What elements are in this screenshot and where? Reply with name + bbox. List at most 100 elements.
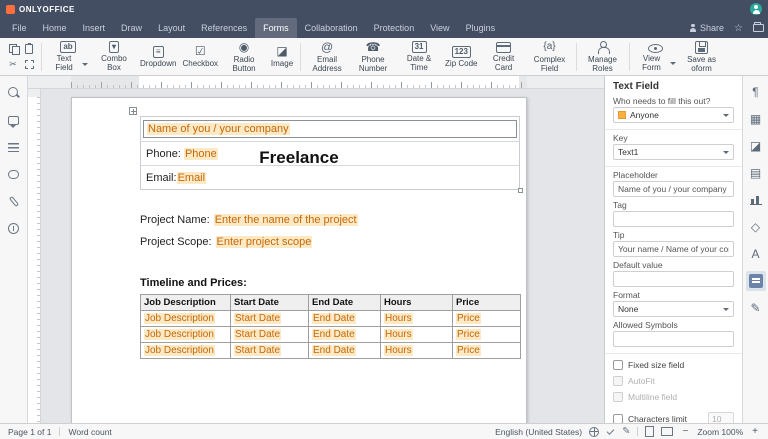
format-label: Format	[613, 290, 734, 300]
tab-collaboration[interactable]: Collaboration	[297, 18, 366, 38]
vertical-ruler[interactable]	[28, 89, 41, 423]
tab-draw[interactable]: Draw	[113, 18, 150, 38]
header-footer-settings-icon[interactable]: ▤	[746, 163, 766, 183]
spellcheck-icon[interactable]	[606, 428, 615, 435]
copy-button[interactable]	[6, 42, 20, 56]
zoom-in-button[interactable]: +	[750, 427, 760, 437]
save-oform-icon	[695, 41, 708, 54]
open-file-location-icon[interactable]	[753, 24, 764, 32]
price-form-field[interactable]: Price	[456, 345, 481, 356]
end-date-form-field[interactable]: End Date	[312, 329, 356, 340]
toolbar-view-form-button[interactable]: View Form	[633, 39, 679, 75]
job-description-form-field[interactable]: Job Description	[144, 329, 215, 340]
share-button[interactable]: Share	[688, 23, 724, 33]
fixed-size-field-checkbox[interactable]: Fixed size field	[613, 360, 734, 370]
toolbar-complex-field-button[interactable]: {a} Complex Field	[527, 38, 573, 76]
end-date-form-field[interactable]: End Date	[312, 313, 356, 324]
job-description-form-field[interactable]: Job Description	[144, 345, 215, 356]
tab-plugins[interactable]: Plugins	[458, 18, 504, 38]
multiline-field-checkbox[interactable]: Multiline field	[613, 392, 734, 402]
user-avatar[interactable]	[750, 3, 762, 15]
toolbar-combo-box-button[interactable]: ▾ Combo Box	[91, 38, 137, 75]
project-name-form-field[interactable]: Enter the name of the project	[214, 214, 358, 226]
language-globe-icon[interactable]	[589, 427, 599, 437]
tab-forms[interactable]: Forms	[255, 18, 297, 38]
characters-limit-input[interactable]	[708, 412, 734, 423]
word-count[interactable]: Word count	[68, 427, 111, 437]
document-page[interactable]: Freelance Name of you / your company Pho…	[71, 97, 527, 423]
toolbar-image-button[interactable]: ◪ Image	[267, 42, 297, 71]
toolbar-date-time-button[interactable]: 31 Date & Time	[396, 38, 442, 75]
document-language[interactable]: English (United States)	[495, 427, 582, 437]
phone-form-field[interactable]: Phone	[184, 148, 218, 160]
autofit-checkbox[interactable]: AutoFit	[613, 376, 734, 386]
favorite-star-icon[interactable]: ☆	[734, 23, 743, 34]
zoom-out-button[interactable]: −	[680, 427, 690, 437]
table-resize-handle-icon[interactable]	[518, 188, 523, 193]
feedback-icon[interactable]	[7, 194, 21, 208]
document-canvas[interactable]: Freelance Name of you / your company Pho…	[28, 76, 604, 423]
price-form-field[interactable]: Price	[456, 313, 481, 324]
start-date-form-field[interactable]: Start Date	[234, 329, 281, 340]
shape-settings-icon[interactable]: ◇	[746, 217, 766, 237]
toolbar-radio-button-button[interactable]: ◉ Radio Button	[221, 38, 267, 76]
job-description-form-field[interactable]: Job Description	[144, 313, 215, 324]
chart-settings-icon[interactable]	[746, 190, 766, 210]
toolbar-checkbox-button[interactable]: ☑ Checkbox	[179, 42, 221, 71]
table-move-handle-icon[interactable]	[129, 107, 137, 115]
page-info[interactable]: Page 1 of 1	[8, 427, 51, 437]
placeholder-input[interactable]	[613, 181, 734, 197]
about-icon[interactable]	[7, 221, 21, 235]
role-select[interactable]: Anyone	[613, 107, 734, 123]
tab-view[interactable]: View	[422, 18, 457, 38]
textart-settings-icon[interactable]: A	[746, 244, 766, 264]
paragraph-settings-icon[interactable]: ¶	[746, 82, 766, 102]
tab-protection[interactable]: Protection	[366, 18, 423, 38]
select-all-button[interactable]	[22, 58, 36, 72]
hours-form-field[interactable]: Hours	[384, 345, 413, 356]
table-settings-icon[interactable]: ▦	[746, 109, 766, 129]
toolbar-manage-roles-button[interactable]: Manage Roles	[580, 38, 626, 76]
toolbar-dropdown-button[interactable]: ≡ Dropdown	[137, 43, 179, 71]
signature-settings-icon[interactable]: ✎	[746, 298, 766, 318]
name-form-field[interactable]: Name of you / your company	[143, 120, 517, 138]
toolbar-email-address-button[interactable]: @ Email Address	[304, 38, 350, 76]
form-settings-icon[interactable]	[746, 271, 766, 291]
default-value-input[interactable]	[613, 271, 734, 287]
start-date-form-field[interactable]: Start Date	[234, 313, 281, 324]
allowed-symbols-input[interactable]	[613, 331, 734, 347]
toolbar-zip-code-button[interactable]: 123 Zip Code	[442, 43, 480, 71]
image-settings-icon[interactable]: ◪	[746, 136, 766, 156]
tab-insert[interactable]: Insert	[75, 18, 114, 38]
email-form-field[interactable]: Email	[177, 172, 207, 184]
comments-icon[interactable]	[7, 113, 21, 127]
search-icon[interactable]	[7, 86, 21, 100]
toolbar-credit-card-button[interactable]: Credit Card	[481, 38, 527, 75]
toolbar-text-field-button[interactable]: ab Text Field	[45, 38, 91, 75]
tag-input[interactable]	[613, 211, 734, 227]
tab-references[interactable]: References	[193, 18, 255, 38]
paste-button[interactable]	[22, 42, 36, 56]
characters-limit-checkbox[interactable]: Characters limit	[613, 412, 734, 423]
track-changes-icon[interactable]: ✎	[622, 427, 630, 437]
hours-form-field[interactable]: Hours	[384, 329, 413, 340]
fit-page-icon[interactable]	[645, 426, 654, 437]
project-scope-form-field[interactable]: Enter project scope	[216, 236, 313, 248]
price-form-field[interactable]: Price	[456, 329, 481, 340]
hours-form-field[interactable]: Hours	[384, 313, 413, 324]
end-date-form-field[interactable]: End Date	[312, 345, 356, 356]
fit-width-icon[interactable]	[661, 427, 673, 436]
tab-home[interactable]: Home	[35, 18, 75, 38]
toolbar-save-as-oform-button[interactable]: Save as oform	[679, 38, 725, 76]
horizontal-ruler[interactable]	[28, 76, 604, 89]
key-select[interactable]: Text1	[613, 144, 734, 160]
tab-file[interactable]: File	[4, 18, 35, 38]
cut-button[interactable]: ✂	[6, 58, 20, 72]
navigation-icon[interactable]	[7, 140, 21, 154]
tip-input[interactable]	[613, 241, 734, 257]
start-date-form-field[interactable]: Start Date	[234, 345, 281, 356]
toolbar-phone-number-button[interactable]: ☎ Phone Number	[350, 38, 396, 76]
tab-layout[interactable]: Layout	[150, 18, 193, 38]
format-select[interactable]: None	[613, 301, 734, 317]
chat-icon[interactable]	[7, 167, 21, 181]
